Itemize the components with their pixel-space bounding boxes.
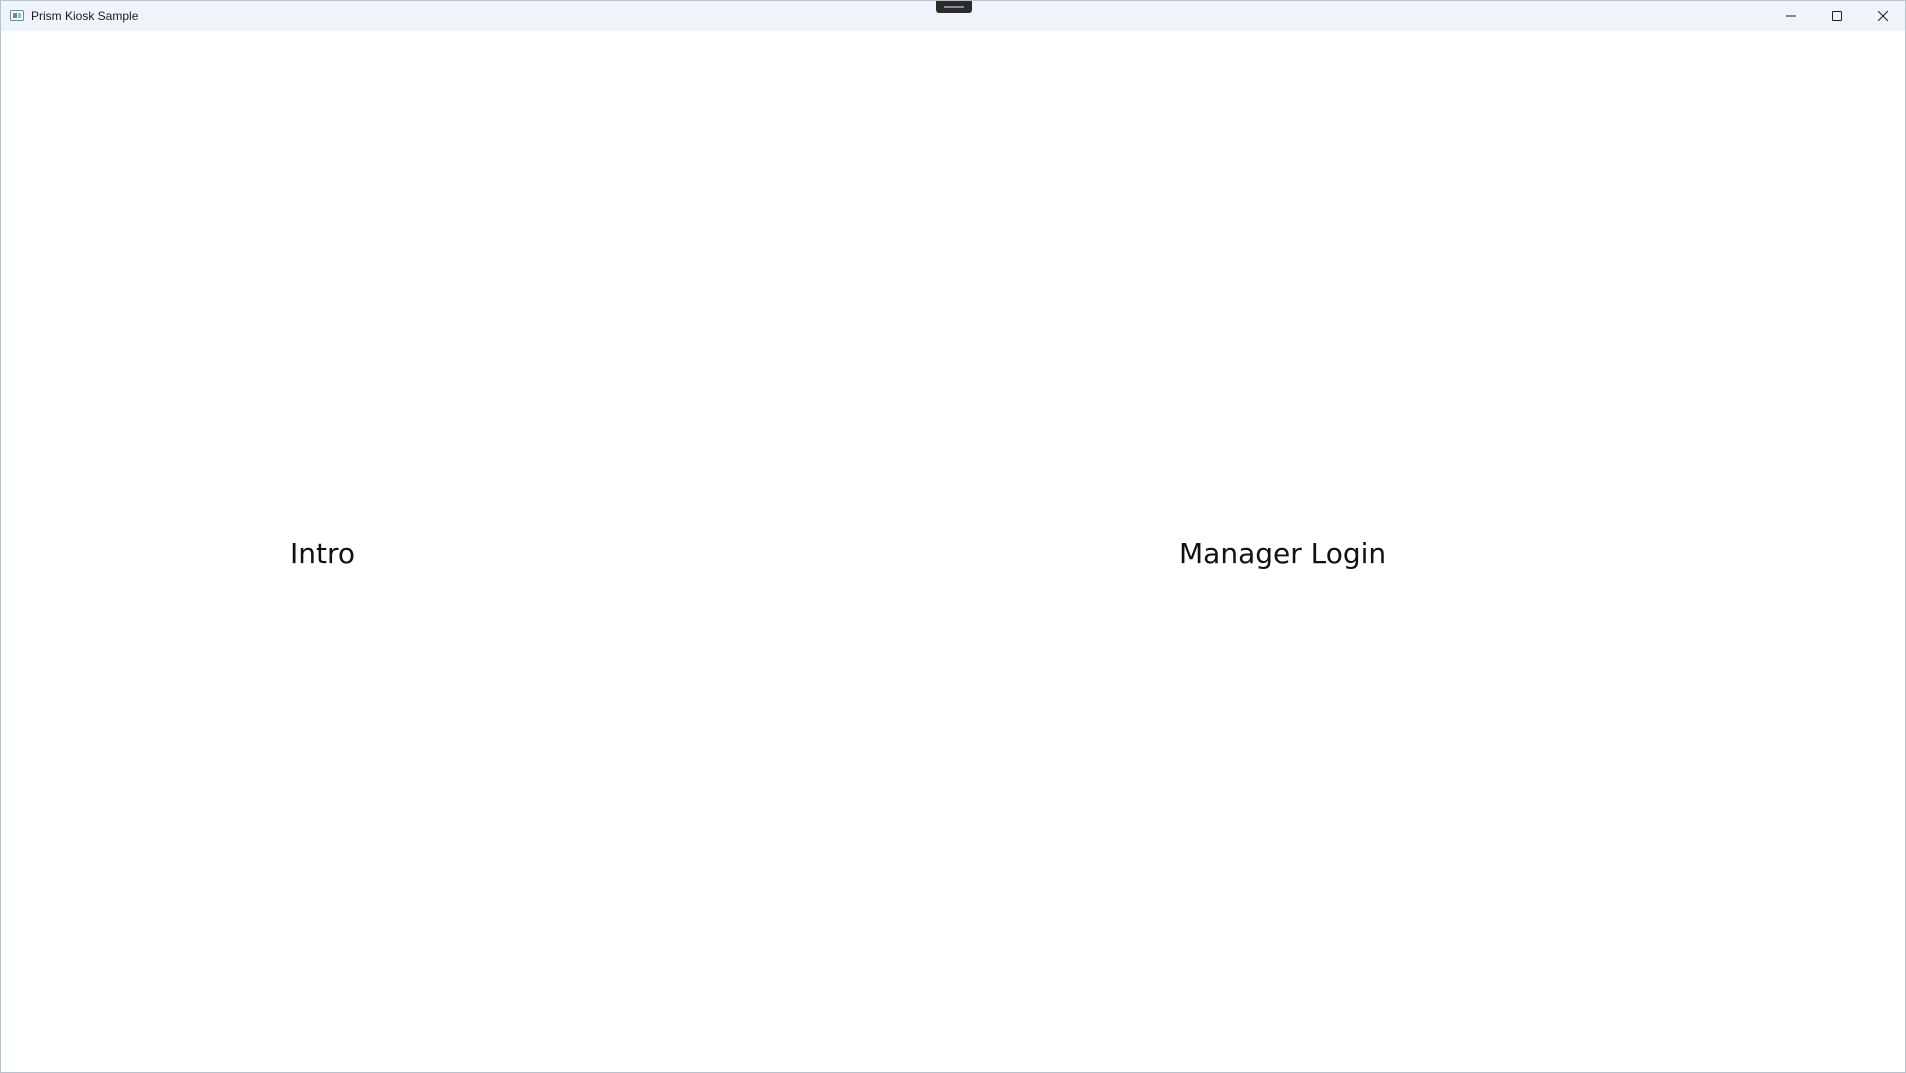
title-bar[interactable]: Prism Kiosk Sample	[1, 1, 1905, 31]
snap-layout-handle[interactable]	[936, 1, 972, 13]
app-window-icon	[10, 10, 24, 21]
app-window: Prism Kiosk Sample Intro Manager Login	[0, 0, 1906, 1073]
minimize-icon	[1786, 11, 1796, 21]
main-content: Intro Manager Login	[1, 31, 1905, 1072]
window-title: Prism Kiosk Sample	[31, 9, 139, 23]
close-icon	[1878, 11, 1888, 21]
intro-region-label: Intro	[290, 537, 356, 570]
manager-login-region-label: Manager Login	[1179, 537, 1387, 570]
minimize-button[interactable]	[1768, 1, 1814, 31]
maximize-icon	[1832, 11, 1842, 21]
close-button[interactable]	[1860, 1, 1906, 31]
maximize-button[interactable]	[1814, 1, 1860, 31]
